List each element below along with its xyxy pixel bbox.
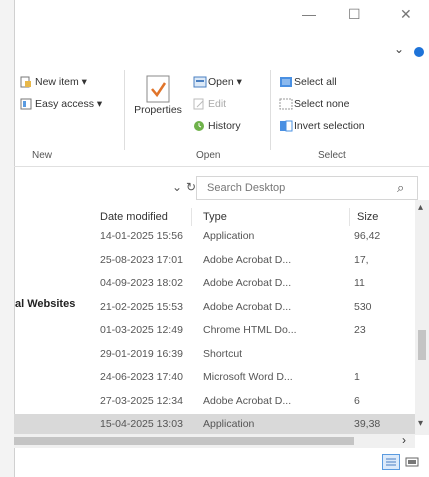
table-row[interactable]: 29-01-2019 16:39 Shortcut: [14, 344, 415, 366]
table-row[interactable]: 27-03-2025 12:34 Adobe Acrobat D... 6: [14, 391, 415, 413]
type-cell: Shortcut: [203, 347, 243, 360]
properties-label: Properties: [134, 104, 182, 116]
vertical-scroll-thumb[interactable]: [418, 330, 426, 360]
size-cell: 17,: [354, 253, 369, 266]
search-icon[interactable]: ⌕: [397, 180, 404, 196]
minimize-button[interactable]: —: [302, 6, 316, 22]
date-modified-cell: 15-04-2025 13:03: [100, 418, 183, 430]
column-header-size[interactable]: Size: [357, 211, 378, 223]
select-none-label: Select none: [294, 98, 350, 110]
table-row[interactable]: 15-04-2025 13:03 Application 39,38: [14, 414, 415, 436]
type-cell: Adobe Acrobat D...: [203, 394, 292, 407]
table-row[interactable]: 25-08-2023 17:01 Adobe Acrobat D... 17,: [14, 250, 415, 272]
details-view-button[interactable]: [382, 454, 400, 470]
ribbon-collapse-chevron-icon[interactable]: ⌄: [394, 42, 404, 56]
size-cell: 39,38: [354, 418, 381, 430]
large-icons-view-button[interactable]: [404, 455, 420, 469]
type-cell: Microsoft Word D...: [203, 371, 293, 383]
open-group-label: Open: [196, 150, 221, 161]
size-cell: 530: [354, 300, 372, 313]
date-modified-cell: 01-03-2025 12:49: [100, 324, 183, 336]
invert-selection-button[interactable]: Invert selection: [279, 120, 365, 132]
date-modified-cell: 27-03-2025 12:34: [100, 394, 183, 407]
table-row[interactable]: 04-09-2023 18:02 Adobe Acrobat D... 11: [14, 273, 415, 295]
open-button[interactable]: Open ▾: [193, 76, 242, 88]
close-button[interactable]: ✕: [400, 6, 412, 23]
ribbon-separator: [270, 70, 271, 150]
table-row[interactable]: 24-06-2023 17:40 Microsoft Word D... 1: [14, 367, 415, 389]
type-cell: Adobe Acrobat D...: [203, 300, 292, 313]
new-item-icon: [20, 76, 32, 88]
new-item-button[interactable]: New item ▾: [20, 76, 87, 88]
large-icons-view-icon: [404, 457, 420, 472]
scroll-down-arrow-icon[interactable]: ▾: [418, 418, 423, 429]
column-header-date-modified[interactable]: Date modified: [100, 211, 168, 223]
maximize-button[interactable]: ☐: [348, 6, 361, 23]
help-icon[interactable]: [414, 47, 424, 57]
scroll-right-arrow-icon[interactable]: ›: [402, 433, 406, 447]
table-row[interactable]: 01-03-2025 12:49 Chrome HTML Do... 23: [14, 320, 415, 342]
details-view-icon: [383, 458, 399, 472]
new-item-label: New item ▾: [35, 76, 87, 88]
column-divider[interactable]: [191, 208, 192, 226]
horizontal-scrollbar[interactable]: [14, 434, 415, 448]
easy-access-button[interactable]: Easy access ▾: [20, 98, 102, 110]
date-modified-cell: 04-09-2023 18:02: [100, 277, 183, 289]
properties-button[interactable]: Properties: [130, 74, 186, 116]
properties-icon: [144, 74, 172, 104]
horizontal-scroll-thumb[interactable]: [14, 437, 354, 445]
scroll-up-arrow-icon[interactable]: ▴: [418, 202, 423, 213]
ribbon-separator: [124, 70, 125, 150]
select-all-button[interactable]: Select all: [279, 76, 337, 88]
invert-selection-label: Invert selection: [294, 120, 365, 132]
date-modified-cell: 21-02-2025 15:53: [100, 300, 183, 313]
history-button[interactable]: History: [193, 120, 241, 132]
type-cell: Adobe Acrobat D...: [203, 253, 292, 266]
column-divider[interactable]: [349, 208, 350, 226]
open-label: Open ▾: [208, 76, 242, 88]
table-row[interactable]: 21-02-2025 15:53 Adobe Acrobat D... 530: [14, 297, 415, 319]
select-all-icon: [279, 76, 292, 88]
select-none-icon: [279, 98, 293, 110]
refresh-icon[interactable]: ↻: [186, 180, 196, 194]
type-cell: Application: [203, 230, 255, 242]
size-cell: 6: [354, 394, 360, 407]
edit-button[interactable]: Edit: [193, 98, 226, 110]
ribbon-bottom-border: [14, 166, 429, 167]
history-label: History: [208, 120, 241, 132]
edit-icon: [193, 98, 205, 110]
invert-selection-icon: [279, 120, 293, 132]
edit-label: Edit: [208, 98, 227, 110]
vertical-scrollbar[interactable]: ▴ ▾: [415, 200, 429, 435]
easy-access-label: Easy access ▾: [35, 98, 103, 110]
date-modified-cell: 29-01-2019 16:39: [100, 347, 183, 360]
open-icon: [193, 76, 207, 88]
select-none-button[interactable]: Select none: [279, 98, 349, 110]
table-row[interactable]: 14-01-2025 15:56 Application 96,42: [14, 226, 415, 248]
navigation-pane[interactable]: [0, 0, 15, 477]
size-cell: 11: [354, 277, 365, 289]
search-placeholder: Search Desktop: [207, 182, 286, 194]
select-all-label: Select all: [294, 76, 337, 88]
type-cell: Application: [203, 418, 255, 430]
address-dropdown-icon[interactable]: ⌄: [172, 180, 182, 194]
search-input[interactable]: Search Desktop ⌕: [196, 176, 418, 200]
new-group-label: New: [32, 150, 53, 161]
easy-access-icon: [20, 98, 32, 110]
size-cell: 96,42: [354, 230, 381, 242]
date-modified-cell: 24-06-2023 17:40: [100, 371, 183, 383]
size-cell: 23: [354, 324, 366, 336]
type-cell: Chrome HTML Do...: [203, 324, 297, 336]
size-cell: 1: [354, 371, 360, 383]
select-group-label: Select: [318, 150, 346, 161]
date-modified-cell: 14-01-2025 15:56: [100, 230, 183, 242]
date-modified-cell: 25-08-2023 17:01: [100, 253, 183, 266]
history-icon: [193, 120, 205, 132]
column-header-type[interactable]: Type: [203, 211, 227, 223]
type-cell: Adobe Acrobat D...: [203, 277, 292, 289]
